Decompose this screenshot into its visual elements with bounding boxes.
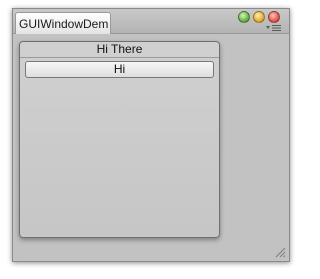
minimize-button[interactable] [253,11,265,23]
window-content: Hi There Hi [13,34,289,261]
resize-grip-icon[interactable] [275,247,286,258]
zoom-button[interactable] [238,11,250,23]
close-button[interactable] [268,11,280,23]
editor-window: GUIWindowDem Hi There Hi [12,8,290,262]
hi-button[interactable]: Hi [25,61,214,78]
window-titlebar: GUIWindowDem [13,9,289,34]
menu-lines-icon[interactable] [266,24,282,32]
gui-window-title: Hi There [20,42,219,58]
window-tab[interactable]: GUIWindowDem [15,12,111,34]
gui-window[interactable]: Hi There Hi [19,41,220,238]
